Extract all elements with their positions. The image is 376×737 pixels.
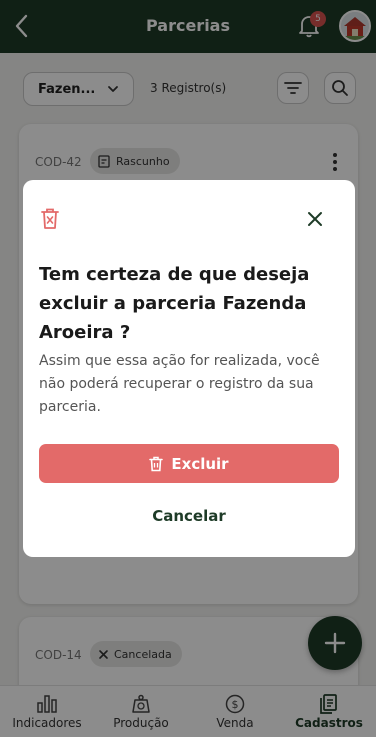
delete-confirmation-dialog: Tem certeza de que deseja excluir a parc…	[23, 180, 355, 557]
trash-icon	[149, 456, 164, 471]
delete-button[interactable]: Excluir	[39, 444, 339, 483]
dialog-message: Assim que essa ação for realizada, você …	[39, 353, 320, 415]
trash-icon	[41, 208, 59, 229]
dialog-title: Tem certeza de que deseja excluir a parc…	[39, 264, 310, 343]
cancel-button[interactable]: Cancelar	[23, 507, 355, 525]
close-icon[interactable]	[305, 209, 325, 229]
delete-label: Excluir	[171, 454, 229, 473]
